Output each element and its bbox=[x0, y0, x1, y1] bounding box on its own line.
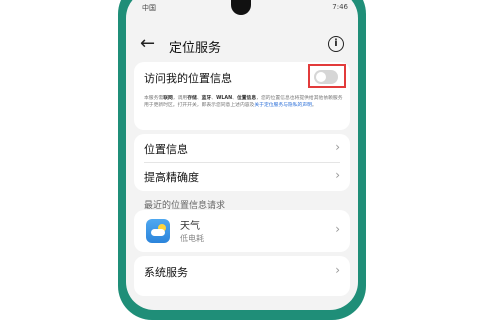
location-access-label: 访问我的位置信息 bbox=[144, 72, 232, 85]
app-power-usage: 低电耗 bbox=[180, 234, 204, 243]
desc-bold: 蓝牙 bbox=[201, 96, 212, 101]
recent-app-weather[interactable]: 天气 低电耗 › bbox=[134, 210, 350, 252]
carrier-text: 中国 bbox=[142, 4, 156, 12]
location-info-label: 位置信息 bbox=[144, 143, 188, 156]
divider bbox=[144, 162, 340, 163]
desc-text: 。 bbox=[311, 103, 317, 108]
toggle-knob bbox=[316, 72, 326, 82]
location-access-description: 本服务需联网，调用存储、蓝牙、WLAN、位置信息，您的位置信息也将提供给其他依赖… bbox=[144, 95, 344, 109]
desc-bold: 联网 bbox=[163, 96, 173, 101]
chevron-right-icon: › bbox=[335, 222, 340, 236]
status-time: 7:46 bbox=[332, 3, 348, 11]
desc-bold: 存储 bbox=[187, 96, 197, 101]
location-access-toggle[interactable] bbox=[314, 70, 338, 84]
desc-text: ，调用 bbox=[172, 96, 188, 101]
desc-bold: WLAN bbox=[216, 96, 233, 101]
system-services-label: 系统服务 bbox=[144, 266, 188, 279]
phone-screen: 中国 7:46 ← 定位服务 i 访问我的位置信息 本服务需联网，调用存储、蓝牙… bbox=[126, 0, 358, 310]
desc-bold: 位置信息 bbox=[236, 96, 257, 101]
desc-text: 本服务需 bbox=[144, 96, 164, 101]
app-bar: ← 定位服务 i bbox=[126, 30, 358, 62]
settings-card: 位置信息 › 提高精确度 › bbox=[134, 134, 350, 191]
privacy-statement-link[interactable]: 关于定位服务与隐私的声明 bbox=[254, 103, 312, 108]
system-services-item[interactable]: 系统服务 › bbox=[134, 256, 350, 296]
info-icon[interactable]: i bbox=[328, 36, 344, 52]
page-title: 定位服务 bbox=[169, 41, 222, 56]
weather-app-icon bbox=[146, 219, 170, 243]
chevron-right-icon: › bbox=[335, 168, 340, 182]
app-name: 天气 bbox=[180, 221, 200, 232]
cloud-icon bbox=[151, 229, 165, 236]
location-access-card: 访问我的位置信息 本服务需联网，调用存储、蓝牙、WLAN、位置信息，您的位置信息… bbox=[134, 62, 350, 130]
chevron-right-icon: › bbox=[335, 263, 340, 277]
chevron-right-icon: › bbox=[335, 140, 340, 154]
improve-accuracy-label: 提高精确度 bbox=[144, 171, 199, 184]
back-arrow-icon[interactable]: ← bbox=[140, 33, 155, 54]
status-bar: 中国 7:46 bbox=[126, 3, 358, 17]
